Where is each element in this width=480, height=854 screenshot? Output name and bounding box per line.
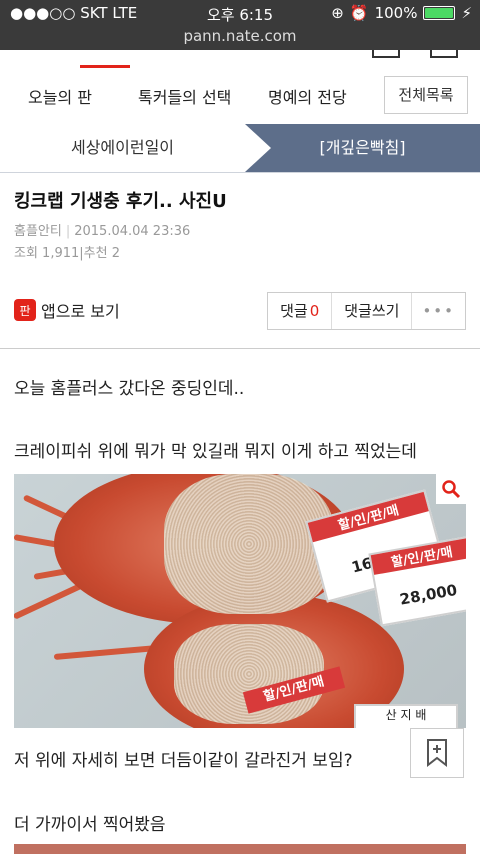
battery-icon — [423, 6, 456, 20]
article-title: 킹크랩 기생충 후기.. 사진U — [14, 191, 227, 212]
post-date: 2015.04.04 23:36 — [74, 224, 191, 239]
comment-button-group: 댓글 0 댓글쓰기 ••• — [267, 292, 466, 330]
breadcrumb-subcategory[interactable]: [개깊은빡침] — [245, 124, 480, 172]
battery-percent: 100% — [374, 4, 418, 22]
status-right: ⊕ ⏰ 100% ⚡ — [331, 4, 472, 22]
nav-talkers-choice[interactable]: 톡커들의 선택 — [138, 84, 231, 108]
nav-today[interactable]: 오늘의 판 — [28, 84, 92, 108]
zoom-icon[interactable] — [436, 474, 466, 504]
view-count: 조회 1,911 — [14, 246, 80, 261]
comment-count: 0 — [309, 302, 320, 320]
breadcrumb-category[interactable]: 세상에이런일이 — [0, 124, 245, 172]
body-paragraph-3: 저 위에 자세히 보면 더듬이같이 갈라진거 보임? — [14, 751, 353, 771]
address-bar[interactable]: pann.nate.com — [0, 27, 480, 45]
comments-button[interactable]: 댓글 0 — [268, 293, 333, 329]
breadcrumb-arrow — [245, 124, 271, 172]
nav-hall-of-fame[interactable]: 명예의 전당 — [268, 84, 347, 108]
article-stats: 조회 1,911|추천 2 — [14, 246, 120, 261]
menu-icon[interactable] — [372, 50, 400, 58]
active-nav-indicator — [80, 65, 130, 68]
bookmark-add-button[interactable] — [410, 728, 464, 778]
bookmark-plus-icon — [427, 739, 447, 768]
main-nav: 오늘의 판 톡커들의 선택 명예의 전당 전체목록 — [0, 50, 480, 125]
body-paragraph-2: 크레이피쉬 위에 뭐가 막 있길래 뭐지 이게 하고 찍었는데 — [14, 442, 417, 462]
battery-fill — [425, 8, 454, 18]
status-bar: ●●●○○ SKT LTE 오후 6:15 ⊕ ⏰ 100% ⚡ pann.na… — [0, 0, 480, 50]
article-header: 킹크랩 기생충 후기.. 사진U 홈플안티 | 2015.04.04 23:36 조… — [14, 186, 466, 262]
origin-sticker: 산 지 배 — [354, 704, 458, 728]
article-meta: 홈플안티 | 2015.04.04 23:36 — [14, 224, 191, 239]
pann-app-icon: 판 — [14, 299, 36, 321]
body-paragraph-4: 더 가까이서 찍어봤음 — [14, 815, 166, 835]
open-in-app-link[interactable]: 판 앱으로 보기 — [14, 298, 120, 322]
all-list-button[interactable]: 전체목록 — [384, 76, 468, 114]
breadcrumb: 세상에이런일이 [개깊은빡침] — [0, 124, 480, 173]
alarm-icon: ⏰ — [349, 4, 369, 22]
article-actions: 판 앱으로 보기 댓글 0 댓글쓰기 ••• — [14, 292, 466, 330]
article-photo-2[interactable] — [14, 844, 466, 854]
section-divider — [0, 348, 480, 349]
body-paragraph-1: 오늘 홈플러스 갔다온 중딩인데.. — [14, 379, 245, 399]
open-in-app-label: 앱으로 보기 — [41, 302, 120, 321]
charging-icon: ⚡ — [461, 4, 472, 22]
user-icon[interactable] — [430, 50, 458, 58]
recommend-count: 추천 2 — [83, 246, 120, 261]
write-comment-button[interactable]: 댓글쓰기 — [332, 293, 413, 329]
comments-label: 댓글 — [280, 302, 308, 320]
author-name[interactable]: 홈플안티 — [14, 224, 62, 239]
price-2: 28,000 — [398, 580, 459, 609]
article-photo[interactable]: 할/인/판/매 16,000 할/인/판/매 28,000 할/인/판/매 산 … — [14, 474, 466, 728]
rotation-lock-icon: ⊕ — [331, 4, 344, 22]
more-options-button[interactable]: ••• — [412, 293, 465, 329]
